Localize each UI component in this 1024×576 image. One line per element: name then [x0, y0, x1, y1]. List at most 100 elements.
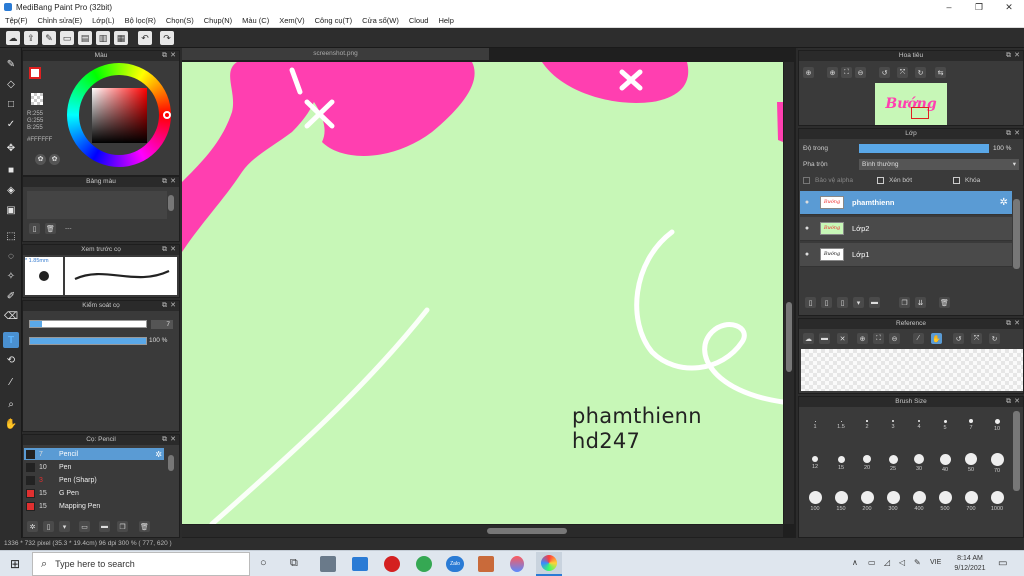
page-icon[interactable]: ▤ [78, 31, 92, 45]
grid-icon[interactable]: ▦ [114, 31, 128, 45]
brush-tool-icon[interactable]: ✎ [3, 56, 19, 72]
brush-size-cell[interactable]: 1000 [985, 489, 1009, 513]
layer-opacity-slider[interactable] [859, 144, 989, 153]
brush-size-cell[interactable]: 1.5 [829, 413, 853, 437]
protect-alpha-checkbox[interactable] [803, 177, 810, 184]
hue-handle[interactable] [163, 111, 171, 119]
browser-app-icon[interactable] [416, 556, 432, 572]
layer-item-lop2[interactable]: ● Bướng Lớp2 [800, 217, 1012, 241]
panel-close-icon[interactable]: ✕ [1014, 129, 1020, 139]
ref-close-icon[interactable]: ✕ [837, 333, 848, 344]
opera-app-icon[interactable] [384, 556, 400, 572]
nav-zoom-in2-icon[interactable]: ⊕ [827, 67, 838, 78]
brush-size-cell[interactable]: 500 [933, 489, 957, 513]
ref-eyedropper-icon[interactable]: ⁄ [913, 333, 924, 344]
duplicate-layer-icon[interactable]: ❐ [899, 297, 910, 308]
select-pen-tool-icon[interactable]: ✐ [3, 288, 19, 304]
brush-item-pen-sharp[interactable]: 3 Pen (Sharp) [24, 474, 164, 486]
merge-layer-icon[interactable]: ⇊ [915, 297, 926, 308]
brush-size-value[interactable]: 7 [151, 320, 173, 329]
canvas-horizontal-scroll-thumb[interactable] [487, 528, 567, 534]
add-brush-icon[interactable]: ✲ [27, 521, 38, 532]
magic-wand-tool-icon[interactable]: ✧ [3, 268, 19, 284]
brush-size-cell[interactable]: 50 [959, 451, 983, 475]
brush-size-cell[interactable]: 3 [881, 413, 905, 437]
brush-size-cell[interactable]: 20 [855, 451, 879, 475]
brush-size-cell[interactable]: 7 [959, 413, 983, 437]
dot-tool-icon[interactable]: ✓ [3, 116, 19, 132]
panel-close-icon[interactable]: ✕ [170, 51, 176, 61]
brush-size-cell[interactable]: 12 [803, 451, 827, 475]
panel-close-icon[interactable]: ✕ [170, 435, 176, 445]
brush-size-cell[interactable]: 300 [881, 489, 905, 513]
clip-checkbox[interactable] [877, 177, 884, 184]
menu-select[interactable]: Chọn(S) [166, 16, 194, 25]
brush-size-cell[interactable]: 70 [985, 451, 1009, 475]
eyedropper-tool-icon[interactable]: ⁄ [3, 374, 19, 390]
store-app-icon[interactable] [320, 556, 336, 572]
brush-size-cell[interactable]: 100 [803, 489, 827, 513]
operation-tool-icon[interactable]: ⟲ [3, 352, 19, 368]
ref-rotate-right-icon[interactable]: ↻ [989, 333, 1000, 344]
panel-close-icon[interactable]: ✕ [1014, 51, 1020, 61]
brush-size-cell[interactable]: 700 [959, 489, 983, 513]
lock-checkbox[interactable] [953, 177, 960, 184]
fill-tool-icon[interactable]: ◈ [3, 182, 19, 198]
menu-filter[interactable]: Bộ lọc(R) [125, 16, 156, 25]
document-tab[interactable]: screenshot.png [182, 48, 489, 60]
new-layer-2-icon[interactable]: ▯ [821, 297, 832, 308]
upload-icon[interactable]: ⇪ [24, 31, 38, 45]
panel-close-icon[interactable]: ✕ [170, 177, 176, 187]
panel-close-icon[interactable]: ✕ [170, 301, 176, 311]
ref-open-folder-icon[interactable]: ▬ [819, 333, 830, 344]
rect-select-tool-icon[interactable]: □ [3, 96, 19, 112]
ref-cloud-icon[interactable]: ☁ [803, 333, 814, 344]
brush-list-scrollbar[interactable] [168, 455, 174, 471]
undock-icon[interactable]: ⧉ [1006, 397, 1011, 407]
undo-icon[interactable]: ↶ [138, 31, 152, 45]
close-button[interactable]: ✕ [994, 0, 1024, 14]
comment-icon[interactable]: ✎ [42, 31, 56, 45]
brush-size-cell[interactable]: 1 [803, 413, 827, 437]
gradient-tool-icon[interactable]: ▣ [3, 202, 19, 218]
panel-close-icon[interactable]: ✕ [170, 245, 176, 255]
nav-fit-icon[interactable]: ⛶ [841, 67, 852, 78]
nav-zoom-out-icon[interactable]: ⊖ [855, 67, 866, 78]
brush-size-cell[interactable]: 150 [829, 489, 853, 513]
foreground-color-swatch[interactable] [29, 67, 41, 79]
brush-size-cell[interactable]: 200 [855, 489, 879, 513]
layer-folder-icon[interactable]: ▬ [869, 297, 880, 308]
brush-duplicate-icon[interactable]: ❐ [117, 521, 128, 532]
cortana-icon[interactable]: ○ [260, 557, 267, 569]
palette-scrollbar[interactable] [168, 195, 174, 211]
saturation-value-square[interactable] [92, 88, 147, 143]
battery-icon[interactable]: ▭ [868, 558, 876, 567]
blend-mode-select[interactable]: Bình thường ▾ [859, 159, 1019, 170]
delete-brush-icon[interactable]: 🗑 [139, 521, 150, 532]
layer-settings-gear-icon[interactable]: ✲ [1000, 197, 1008, 208]
hue-wheel[interactable] [67, 63, 171, 167]
mail-app-icon[interactable] [352, 557, 368, 571]
language-indicator[interactable]: VIE [930, 559, 941, 566]
brush-copy-icon[interactable]: ▭ [79, 521, 90, 532]
canvas-horizontal-scrollbar[interactable] [182, 525, 783, 537]
pages-icon[interactable]: ▥ [96, 31, 110, 45]
menu-color[interactable]: Màu (C) [242, 16, 269, 25]
brush-size-slider[interactable] [29, 320, 147, 328]
task-view-icon[interactable]: ⧉ [290, 557, 298, 570]
notification-icon[interactable]: ▭ [998, 558, 1007, 569]
delete-layer-icon[interactable]: 🗑 [939, 297, 950, 308]
menu-edit[interactable]: Chỉnh sửa(E) [38, 16, 83, 25]
brush-menu-icon[interactable]: ▾ [59, 521, 70, 532]
nav-zoom-in-icon[interactable]: ⊕ [803, 67, 814, 78]
brush-opacity-slider[interactable] [29, 337, 147, 345]
undock-icon[interactable]: ⧉ [162, 51, 167, 61]
lasso-tool-icon[interactable]: ◌ [3, 248, 19, 264]
undock-icon[interactable]: ⧉ [1006, 319, 1011, 329]
undock-icon[interactable]: ⧉ [1006, 51, 1011, 61]
brush-size-cell[interactable]: 30 [907, 451, 931, 475]
menu-layer[interactable]: Lớp(L) [92, 16, 114, 25]
volume-icon[interactable]: ◁ [899, 558, 905, 567]
brush-size-cell[interactable]: 10 [985, 413, 1009, 437]
nav-rotate-right-icon[interactable]: ↻ [915, 67, 926, 78]
